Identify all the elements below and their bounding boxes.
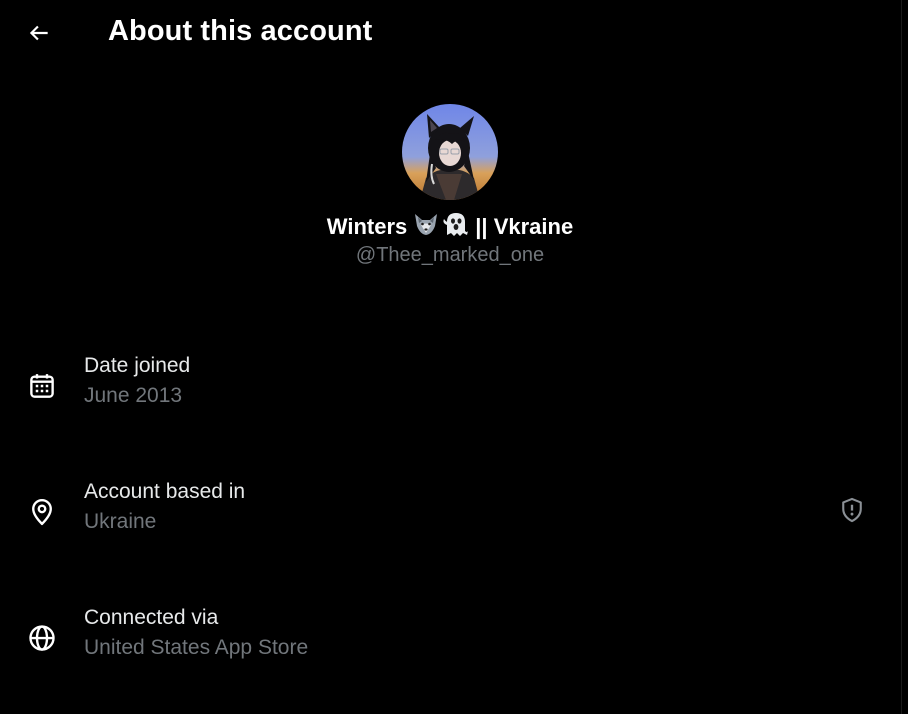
globe-icon (24, 620, 60, 656)
connected-via-value: United States App Store (84, 636, 309, 659)
header: About this account (0, 0, 900, 70)
page-title: About this account (108, 15, 373, 47)
arrow-left-icon (26, 20, 52, 51)
shield-alert-icon (838, 496, 866, 529)
connected-via-label: Connected via (84, 606, 219, 629)
row-account-location: Account based in Ukraine (0, 478, 900, 554)
wolf-emoji-icon (413, 212, 439, 242)
calendar-icon (24, 368, 60, 404)
ghost-emoji-icon (441, 211, 469, 243)
back-button[interactable] (18, 14, 60, 56)
display-name-prefix: Winters (326, 214, 408, 239)
username-handle: @Thee_marked_one (355, 244, 545, 266)
row-connected-via: Connected via United States App Store (0, 604, 900, 680)
display-name-suffix: || Vkraine (475, 214, 574, 239)
date-joined-value: June 2013 (84, 384, 183, 407)
row-date-joined: Date joined June 2013 (0, 352, 900, 428)
avatar[interactable] (402, 104, 498, 200)
account-based-in-label: Account based in (84, 480, 246, 503)
right-edge-divider (901, 0, 902, 714)
account-based-in-value: Ukraine (84, 510, 157, 533)
display-name: Winters || Vkraine (0, 212, 900, 242)
location-pin-icon (24, 494, 60, 530)
date-joined-label: Date joined (84, 354, 191, 377)
profile-summary: Winters || Vkraine @Thee_marked_one (0, 104, 900, 267)
location-info-button[interactable] (834, 494, 870, 530)
